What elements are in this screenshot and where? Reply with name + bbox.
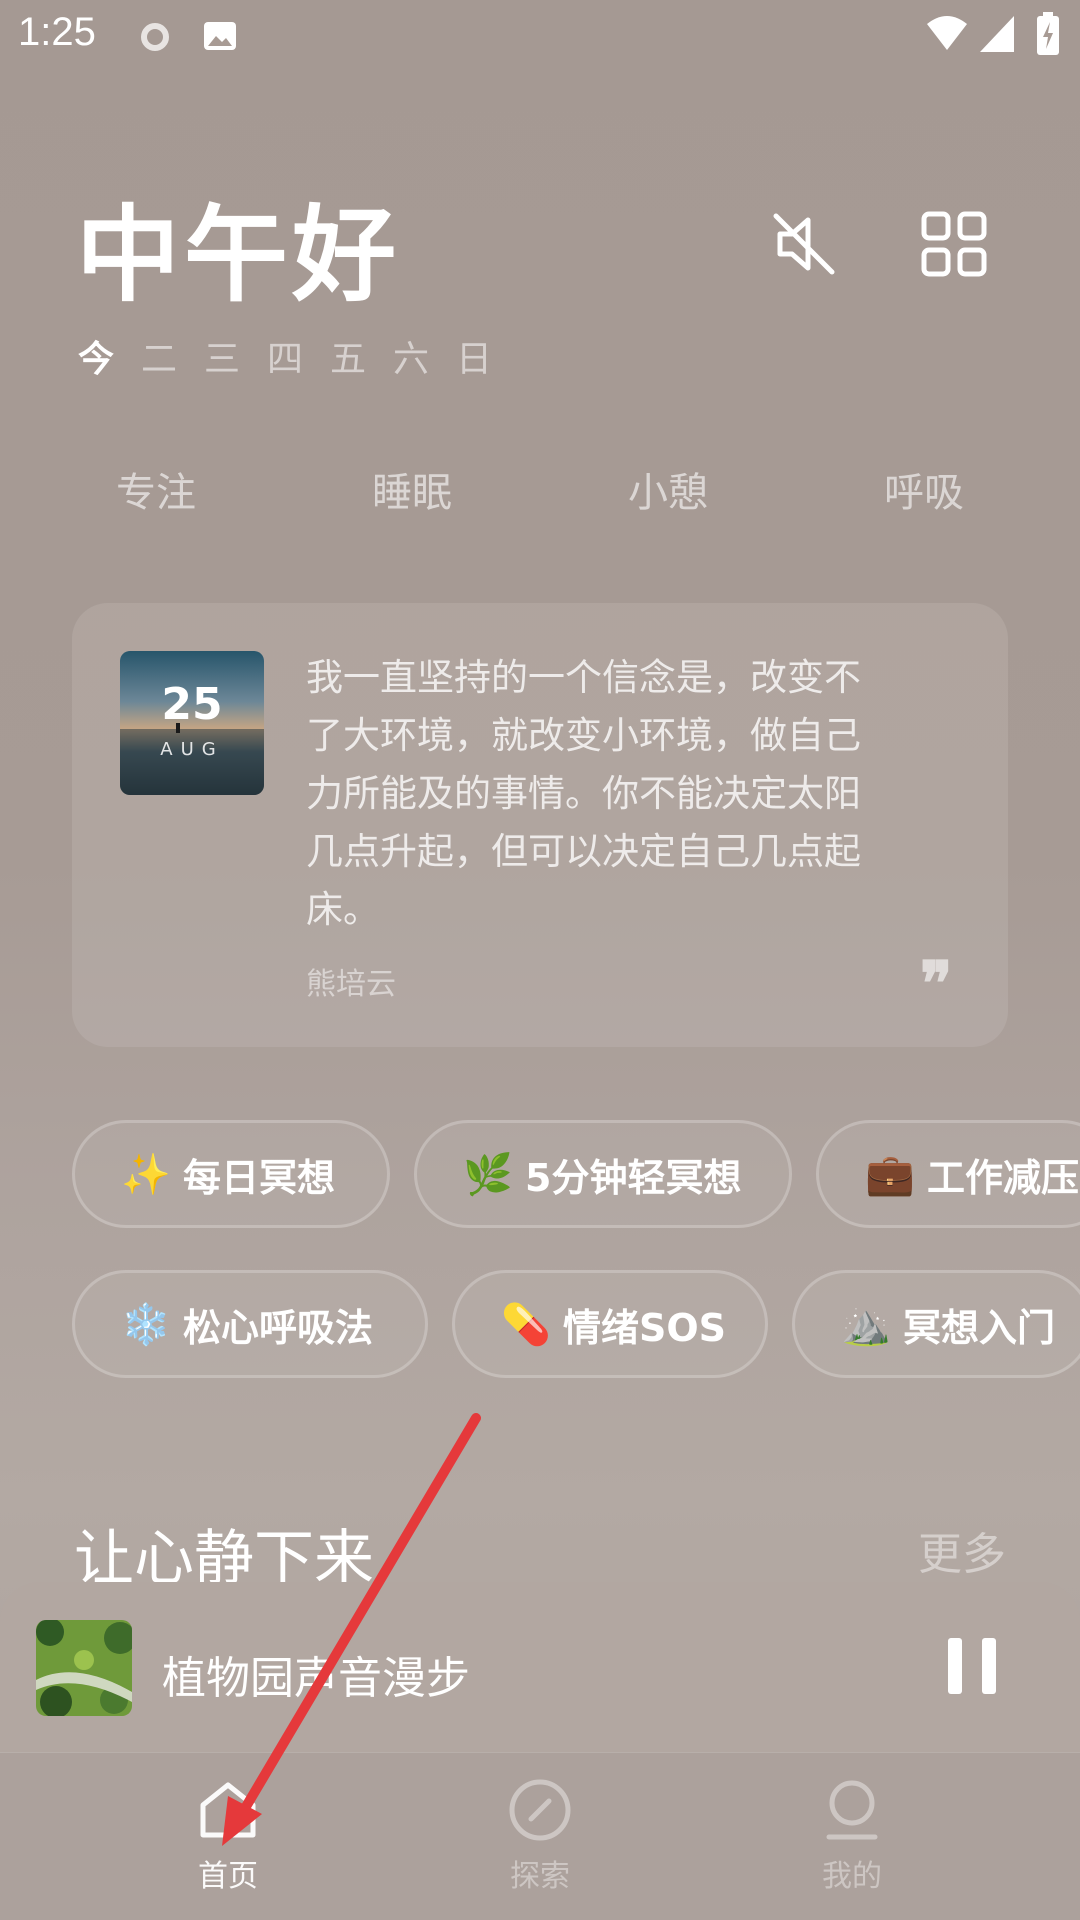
chip-relax-breathing[interactable]: ❄️ 松心呼吸法 — [72, 1270, 428, 1378]
grid-menu-icon[interactable] — [920, 210, 988, 278]
category-focus[interactable]: 专注 — [56, 460, 256, 518]
mute-sound-icon[interactable] — [770, 210, 838, 278]
home-icon — [200, 1782, 256, 1838]
chip-5min-meditation[interactable]: 🌿 5分钟轻冥想 — [414, 1120, 792, 1228]
chip-label: 松心呼吸法 — [183, 1305, 374, 1350]
weekday-sat[interactable]: 六 — [393, 330, 456, 382]
chip-daily-meditation[interactable]: ✨ 每日冥想 — [72, 1120, 390, 1228]
now-playing-artwork — [36, 1620, 132, 1716]
weekday-today[interactable]: 今 — [78, 330, 141, 382]
battery-charging-icon — [1037, 12, 1059, 55]
status-bar: 1:25 — [0, 0, 1080, 72]
chip-label: 工作减压 — [927, 1155, 1080, 1200]
greeting-title: 中午好 — [76, 194, 401, 316]
nav-label: 探索 — [510, 1859, 570, 1894]
category-tabs: 专注 睡眠 小憩 呼吸 — [0, 460, 1080, 520]
quote-mark-icon: ❞ — [920, 949, 953, 1019]
sync-status-icon — [141, 23, 169, 51]
nav-explore[interactable]: 探索 — [440, 1777, 640, 1895]
mountain-icon: ⛰️ — [841, 1301, 891, 1348]
wifi-icon — [927, 16, 967, 50]
quote-text: 我一直坚持的一个信念是，改变不了大环境，就改变小环境，做自己力所能及的事情。你不… — [306, 656, 861, 931]
quote-date-image: 25 AUG — [120, 651, 264, 795]
pause-button[interactable] — [948, 1638, 996, 1694]
now-playing-bar[interactable]: 植物园声音漫步 — [0, 1582, 1080, 1752]
chip-label: 5分钟轻冥想 — [525, 1155, 742, 1200]
chip-label: 每日冥想 — [183, 1155, 336, 1200]
now-playing-title: 植物园声音漫步 — [162, 1653, 470, 1704]
chip-work-stress[interactable]: 💼 工作减压 — [816, 1120, 1080, 1228]
sparkles-icon: ✨ — [121, 1151, 171, 1198]
nav-profile[interactable]: 我的 — [752, 1777, 952, 1895]
pill-icon: 💊 — [501, 1301, 551, 1348]
weekday-tue[interactable]: 二 — [141, 330, 204, 382]
nav-label: 首页 — [198, 1859, 258, 1894]
weekday-thu[interactable]: 四 — [267, 330, 330, 382]
garden-artwork-image — [36, 1620, 132, 1716]
weekday-strip: 今 二 三 四 五 六 日 — [78, 330, 519, 382]
category-sleep[interactable]: 睡眠 — [312, 460, 512, 518]
chip-emotion-sos[interactable]: 💊 情绪SOS — [452, 1270, 768, 1378]
weekday-fri[interactable]: 五 — [330, 330, 393, 382]
nav-label: 我的 — [822, 1859, 882, 1894]
pause-icon-bar — [982, 1638, 996, 1694]
snowflake-icon: ❄️ — [121, 1301, 171, 1348]
more-link[interactable]: 更多 — [918, 1518, 1006, 1582]
status-time: 1:25 — [18, 10, 96, 54]
image-notification-icon — [204, 22, 236, 50]
quote-date-month: AUG — [160, 739, 224, 760]
quote-date-day: 25 — [161, 679, 223, 730]
category-nap[interactable]: 小憩 — [568, 460, 768, 518]
compass-icon — [509, 1779, 571, 1841]
chip-label: 冥想入门 — [903, 1305, 1056, 1350]
weekday-sun[interactable]: 日 — [456, 330, 519, 382]
chip-meditation-intro[interactable]: ⛰️ 冥想入门 — [792, 1270, 1080, 1378]
bottom-navigation: 首页 探索 我的 — [0, 1752, 1080, 1920]
leaf-icon: 🌿 — [463, 1151, 513, 1198]
profile-icon — [826, 1780, 878, 1840]
chip-label: 情绪SOS — [563, 1305, 727, 1350]
pause-icon — [948, 1638, 962, 1694]
daily-quote-card[interactable]: 25 AUG 我一直坚持的一个信念是，改变不了大环境，就改变小环境，做自己力所能… — [72, 603, 1008, 1047]
briefcase-icon: 💼 — [865, 1151, 915, 1198]
nav-home[interactable]: 首页 — [128, 1777, 328, 1895]
category-breathe[interactable]: 呼吸 — [824, 460, 1024, 518]
weekday-wed[interactable]: 三 — [204, 330, 267, 382]
quote-author: 熊培云 — [306, 967, 396, 1002]
cell-signal-icon — [980, 16, 1014, 52]
